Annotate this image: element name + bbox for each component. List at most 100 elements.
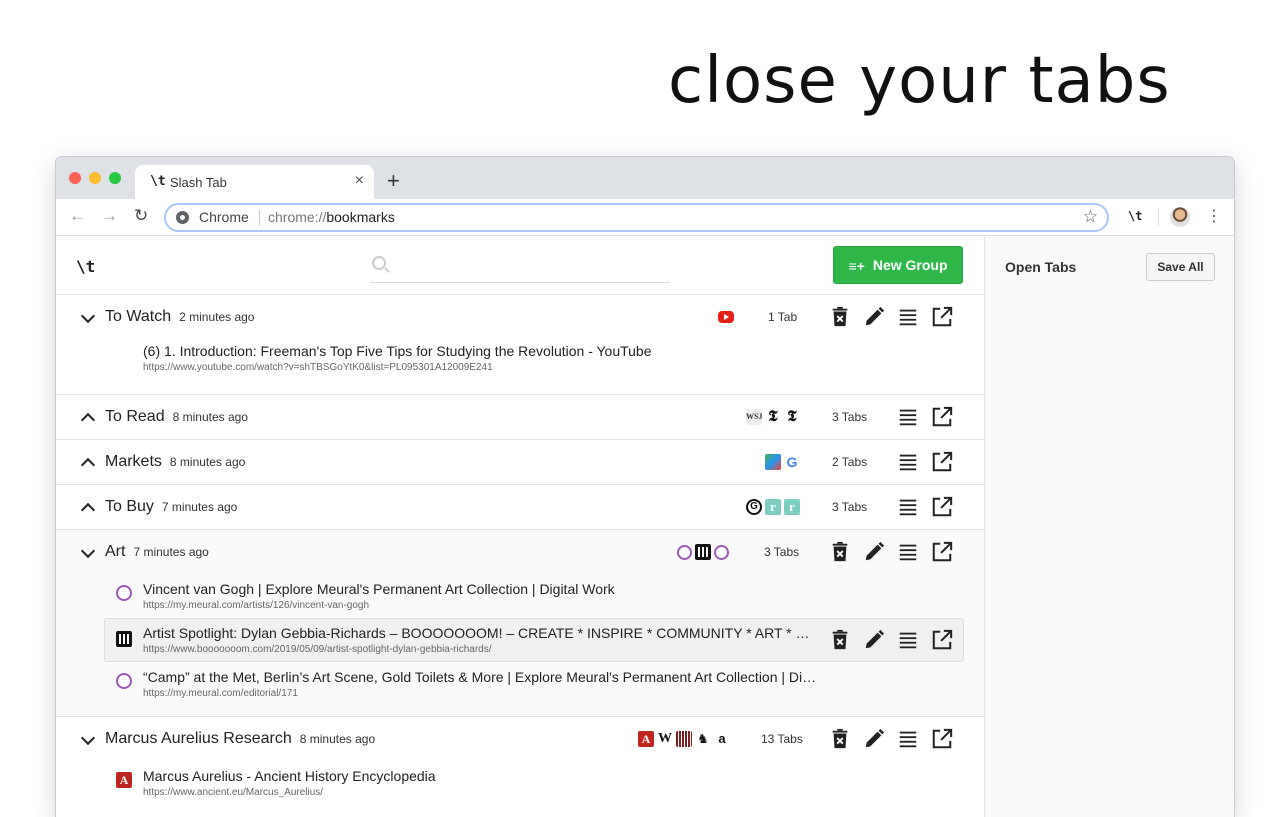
collapse-chevron-icon[interactable] bbox=[81, 310, 95, 324]
app-content: \t ≡+ New Group To Watch 2 minutes ago 1 T… bbox=[56, 237, 1234, 817]
group-favicons: A W ♞ a bbox=[638, 731, 730, 747]
group-title[interactable]: Marcus Aurelius Research 8 minutes ago bbox=[105, 730, 375, 748]
edit-tab-icon[interactable] bbox=[863, 629, 885, 651]
tab-title[interactable]: “Camp” at the Met, Berlin’s Art Scene, G… bbox=[143, 669, 823, 685]
list-view-icon[interactable] bbox=[897, 406, 919, 428]
edit-group-icon[interactable] bbox=[863, 541, 885, 563]
open-group-icon[interactable] bbox=[931, 451, 953, 473]
bookmark-star-icon[interactable]: ☆ bbox=[1083, 207, 1098, 227]
expand-chevron-icon[interactable] bbox=[81, 455, 95, 469]
open-group-icon[interactable] bbox=[931, 306, 953, 328]
group-to-read: To Read 8 minutes ago WSJ 𝕿 𝕿 3 Tabs bbox=[56, 394, 984, 439]
tab-title[interactable]: (6) 1. Introduction: Freeman's Top Five … bbox=[143, 343, 652, 359]
open-group-icon[interactable] bbox=[931, 728, 953, 750]
tab-url: https://my.meural.com/artists/126/vincen… bbox=[143, 600, 370, 611]
drag-handle-icon[interactable] bbox=[897, 629, 919, 651]
tab-row[interactable]: (6) 1. Introduction: Freeman's Top Five … bbox=[104, 337, 964, 379]
address-bar-url: chrome://bookmarks bbox=[268, 209, 395, 225]
tab-row[interactable]: A Marcus Aurelius - Ancient History Ency… bbox=[104, 762, 964, 804]
address-bar-divider bbox=[259, 210, 260, 226]
group-to-buy: To Buy 7 minutes ago G r r 3 Tabs bbox=[56, 484, 984, 529]
delete-group-icon[interactable] bbox=[829, 728, 851, 750]
search-input[interactable] bbox=[370, 253, 670, 283]
wsj-icon: WSJ bbox=[746, 409, 762, 425]
ancient-icon: A bbox=[638, 731, 654, 747]
group-art: Art 7 minutes ago 3 Tabs Vincent van Gogh… bbox=[56, 529, 984, 716]
tab-row[interactable]: “Camp” at the Met, Berlin’s Art Scene, G… bbox=[104, 663, 964, 705]
save-all-button[interactable]: Save All bbox=[1146, 253, 1215, 281]
group-timestamp: 8 minutes ago bbox=[169, 455, 246, 469]
group-title[interactable]: To Buy 7 minutes ago bbox=[105, 498, 237, 516]
tab-count: 3 Tabs bbox=[832, 410, 868, 424]
youtube-icon bbox=[718, 311, 734, 323]
close-window-button[interactable] bbox=[69, 172, 81, 184]
tab-strip: \t Slash Tab × + bbox=[56, 157, 1234, 199]
open-group-icon[interactable] bbox=[931, 541, 953, 563]
meural-icon bbox=[116, 585, 132, 601]
group-favicons bbox=[677, 544, 729, 560]
close-tab-icon[interactable]: × bbox=[355, 172, 364, 190]
profile-avatar[interactable] bbox=[1170, 207, 1190, 227]
open-tabs-panel: Open Tabs Save All bbox=[984, 237, 1234, 817]
slash-tab-extension-icon[interactable]: \t bbox=[1128, 209, 1142, 223]
new-tab-button[interactable]: + bbox=[387, 168, 400, 194]
back-arrow-icon[interactable]: ← bbox=[69, 206, 86, 226]
new-group-button[interactable]: ≡+ New Group bbox=[833, 246, 963, 284]
app-logo: \t bbox=[76, 257, 96, 276]
delete-group-icon[interactable] bbox=[829, 541, 851, 563]
edit-group-icon[interactable] bbox=[863, 306, 885, 328]
browser-tab[interactable]: \t Slash Tab × bbox=[135, 165, 374, 199]
group-title[interactable]: Markets 8 minutes ago bbox=[105, 453, 245, 471]
group-title[interactable]: To Watch 2 minutes ago bbox=[105, 308, 254, 326]
reload-icon[interactable]: ↻ bbox=[134, 206, 148, 226]
tab-count: 3 Tabs bbox=[832, 500, 868, 514]
list-view-icon[interactable] bbox=[897, 496, 919, 518]
delete-group-icon[interactable] bbox=[829, 306, 851, 328]
collapse-chevron-icon[interactable] bbox=[81, 545, 95, 559]
wikipedia-icon: W bbox=[657, 731, 673, 747]
open-group-icon[interactable] bbox=[931, 496, 953, 518]
browser-toolbar: ← → ↻ Chrome chrome://bookmarks ☆ \t ⋮ bbox=[56, 199, 1234, 236]
group-markets: Markets 8 minutes ago G 2 Tabs bbox=[56, 439, 984, 484]
tab-title[interactable]: Marcus Aurelius - Ancient History Encycl… bbox=[143, 768, 436, 784]
tab-count: 13 Tabs bbox=[761, 732, 803, 746]
ancient-icon: A bbox=[116, 772, 132, 788]
collapse-chevron-icon[interactable] bbox=[81, 732, 95, 746]
list-view-icon[interactable] bbox=[897, 728, 919, 750]
forward-arrow-icon[interactable]: → bbox=[101, 206, 118, 226]
browser-window: \t Slash Tab × + ← → ↻ Chrome chrome://b… bbox=[56, 157, 1234, 817]
group-timestamp: 8 minutes ago bbox=[172, 410, 248, 424]
groups-panel: \t ≡+ New Group To Watch 2 minutes ago 1 T… bbox=[56, 237, 984, 817]
meural-icon bbox=[714, 544, 729, 560]
group-favicons: G bbox=[765, 454, 800, 470]
tab-row[interactable]: Vincent van Gogh | Explore Meural's Perm… bbox=[104, 575, 964, 617]
gumroad-icon: G bbox=[746, 499, 762, 515]
tab-count: 3 Tabs bbox=[764, 545, 800, 559]
tab-url: https://www.booooooom.com/2019/05/09/art… bbox=[143, 644, 492, 655]
delete-tab-icon[interactable] bbox=[829, 629, 851, 651]
tab-count: 1 Tab bbox=[768, 310, 798, 324]
group-title[interactable]: To Read 8 minutes ago bbox=[105, 408, 248, 426]
minimize-window-button[interactable] bbox=[89, 172, 101, 184]
add-list-icon: ≡+ bbox=[848, 257, 865, 274]
more-menu-icon[interactable]: ⋮ bbox=[1206, 206, 1222, 226]
tab-url: https://my.meural.com/editorial/171 bbox=[143, 688, 298, 699]
open-tab-icon[interactable] bbox=[931, 629, 953, 651]
boooooom-icon bbox=[116, 631, 132, 647]
edit-group-icon[interactable] bbox=[863, 728, 885, 750]
horse-icon: ♞ bbox=[695, 731, 711, 747]
group-title[interactable]: Art 7 minutes ago bbox=[105, 543, 209, 561]
expand-chevron-icon[interactable] bbox=[81, 410, 95, 424]
group-timestamp: 2 minutes ago bbox=[179, 310, 255, 324]
tab-title[interactable]: Artist Spotlight: Dylan Gebbia-Richards … bbox=[143, 625, 813, 641]
tab-title[interactable]: Vincent van Gogh | Explore Meural's Perm… bbox=[143, 581, 615, 597]
list-view-icon[interactable] bbox=[897, 306, 919, 328]
address-bar[interactable]: Chrome chrome://bookmarks ☆ bbox=[164, 203, 1109, 232]
expand-chevron-icon[interactable] bbox=[81, 500, 95, 514]
list-view-icon[interactable] bbox=[897, 451, 919, 473]
open-group-icon[interactable] bbox=[931, 406, 953, 428]
nytimes-icon: 𝕿 bbox=[787, 409, 797, 425]
maximize-window-button[interactable] bbox=[109, 172, 121, 184]
list-view-icon[interactable] bbox=[897, 541, 919, 563]
tab-row-hovered[interactable]: Artist Spotlight: Dylan Gebbia-Richards … bbox=[104, 618, 964, 662]
